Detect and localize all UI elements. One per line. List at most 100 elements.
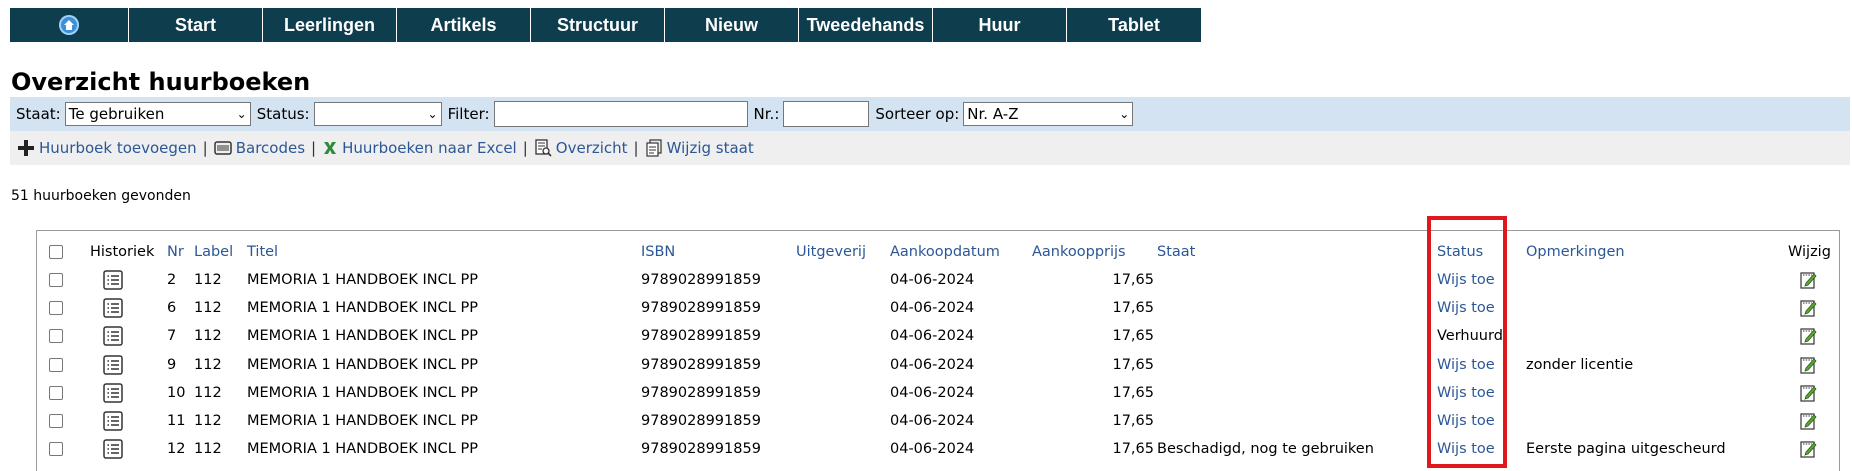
huurboeken-table: Historiek Nr Label Titel ISBN Uitgeverij… (36, 230, 1840, 471)
cell-label: 112 (194, 328, 222, 345)
nr-label: Nr.: (753, 105, 780, 123)
nav-start[interactable]: Start (129, 8, 263, 42)
row-select-cell (49, 435, 63, 463)
cell-isbn: 9789028991859 (641, 300, 761, 317)
historiek-icon[interactable] (103, 351, 123, 379)
status-label: Status: (256, 105, 310, 123)
header-aankoopprijs[interactable]: Aankoopprijs (1032, 238, 1126, 266)
cell-aankoopprijs: 17,65 (1112, 300, 1154, 317)
nav-structuur[interactable]: Structuur (531, 8, 665, 42)
header-aankoopdatum[interactable]: Aankoopdatum (890, 238, 1000, 266)
barcode-icon (213, 141, 232, 155)
excel-export-link[interactable]: Huurboeken naar Excel (322, 139, 517, 157)
row-checkbox[interactable] (49, 385, 63, 400)
cell-aankoopprijs: 17,65 (1112, 356, 1154, 373)
nr-input[interactable] (783, 101, 870, 127)
edit-icon[interactable] (1799, 322, 1819, 350)
cell-aankoopprijs: 17,65 (1112, 272, 1154, 288)
cell-isbn: 9789028991859 (641, 356, 761, 373)
historiek-icon[interactable] (103, 294, 123, 322)
documents-icon (646, 139, 662, 157)
excel-export-label: Huurboeken naar Excel (342, 139, 517, 157)
row-checkbox[interactable] (49, 442, 63, 457)
filter-input[interactable] (493, 101, 748, 127)
nav-nieuw[interactable]: Nieuw (665, 8, 799, 42)
header-uitgeverij[interactable]: Uitgeverij (796, 238, 866, 266)
cell-nr: 10 (167, 384, 186, 401)
row-select-cell (49, 294, 63, 322)
nav-leerlingen[interactable]: Leerlingen (263, 8, 397, 42)
row-checkbox[interactable] (49, 357, 63, 372)
historiek-icon[interactable] (103, 266, 123, 294)
sort-label: Sorteer op: (875, 105, 960, 123)
header-opmerkingen[interactable]: Opmerkingen (1526, 238, 1625, 266)
cell-label: 112 (194, 441, 222, 458)
row-select-cell (49, 407, 63, 435)
excel-icon (324, 142, 337, 154)
edit-icon[interactable] (1799, 379, 1819, 407)
nav-tweedehands[interactable]: Tweedehands (799, 8, 933, 42)
row-checkbox[interactable] (49, 329, 63, 344)
select-all-checkbox[interactable] (49, 245, 63, 259)
cell-titel: MEMORIA 1 HANDBOEK INCL PP (247, 384, 478, 401)
row-checkbox[interactable] (49, 273, 63, 287)
cell-opmerkingen: zonder licentie (1526, 356, 1634, 373)
sort-select[interactable]: Nr. A-Z ⌄ (963, 102, 1134, 126)
edit-icon[interactable] (1799, 407, 1819, 435)
result-count: 51 huurboeken gevonden (11, 188, 191, 204)
table-row: 9 112 MEMORIA 1 HANDBOEK INCL PP 9789028991… (37, 351, 1839, 379)
header-nr[interactable]: Nr (167, 238, 184, 266)
cell-isbn: 9789028991859 (641, 441, 761, 458)
cell-titel: MEMORIA 1 HANDBOEK INCL PP (247, 413, 478, 429)
overzicht-link[interactable]: Overzicht (534, 139, 628, 157)
cell-label: 112 (194, 272, 222, 288)
nav-home[interactable] (10, 8, 129, 42)
cell-titel: MEMORIA 1 HANDBOEK INCL PP (247, 441, 478, 458)
row-select-cell (49, 266, 63, 294)
nav-tablet[interactable]: Tablet (1067, 8, 1201, 42)
cell-aankoopdatum: 04-06-2024 (890, 413, 975, 429)
row-checkbox[interactable] (49, 301, 63, 316)
header-isbn[interactable]: ISBN (641, 238, 675, 266)
chevron-down-icon: ⌄ (236, 107, 247, 121)
separator: | (633, 139, 639, 157)
header-label[interactable]: Label (194, 238, 233, 266)
cell-nr: 9 (167, 356, 177, 373)
edit-icon[interactable] (1799, 266, 1819, 294)
separator: | (311, 139, 317, 157)
historiek-icon[interactable] (103, 379, 123, 407)
table-row: 7 112 MEMORIA 1 HANDBOEK INCL PP 9789028991… (37, 322, 1839, 350)
cell-titel: MEMORIA 1 HANDBOEK INCL PP (247, 328, 478, 345)
staat-label: Staat: (16, 105, 61, 123)
edit-icon[interactable] (1799, 294, 1819, 322)
cell-aankoopdatum: 04-06-2024 (890, 272, 975, 288)
cell-staat: Beschadigd, nog te gebruiken (1157, 441, 1374, 458)
cell-aankoopdatum: 04-06-2024 (890, 328, 975, 345)
cell-label: 112 (194, 384, 222, 401)
add-huurboek-link[interactable]: Huurboek toevoegen (17, 139, 197, 157)
table-row: 12 112 MEMORIA 1 HANDBOEK INCL PP 978902899… (37, 435, 1839, 463)
row-select-cell (49, 322, 63, 350)
status-select[interactable]: ⌄ (313, 102, 442, 126)
wijzig-staat-link[interactable]: Wijzig staat (645, 139, 754, 157)
header-staat[interactable]: Staat (1157, 238, 1195, 266)
historiek-icon[interactable] (103, 435, 123, 463)
chevron-down-icon: ⌄ (427, 107, 438, 121)
table-row: 11 112 MEMORIA 1 HANDBOEK INCL PP 978902899… (37, 407, 1839, 435)
staat-select[interactable]: Te gebruiken ⌄ (64, 102, 251, 126)
cell-aankoopdatum: 04-06-2024 (890, 300, 975, 317)
cell-aankoopdatum: 04-06-2024 (890, 441, 975, 458)
cell-aankoopdatum: 04-06-2024 (890, 384, 975, 401)
nav-huur[interactable]: Huur (933, 8, 1067, 42)
cell-nr: 12 (167, 441, 186, 458)
edit-icon[interactable] (1799, 351, 1819, 379)
historiek-icon[interactable] (103, 322, 123, 350)
action-bar: Huurboek toevoegen | Barcodes | Huurboek… (10, 131, 1850, 165)
edit-icon[interactable] (1799, 435, 1819, 463)
nav-artikels[interactable]: Artikels (397, 8, 531, 42)
home-icon (59, 15, 79, 35)
row-checkbox[interactable] (49, 414, 63, 428)
historiek-icon[interactable] (103, 407, 123, 435)
barcodes-link[interactable]: Barcodes (213, 139, 305, 157)
header-titel[interactable]: Titel (247, 238, 278, 266)
